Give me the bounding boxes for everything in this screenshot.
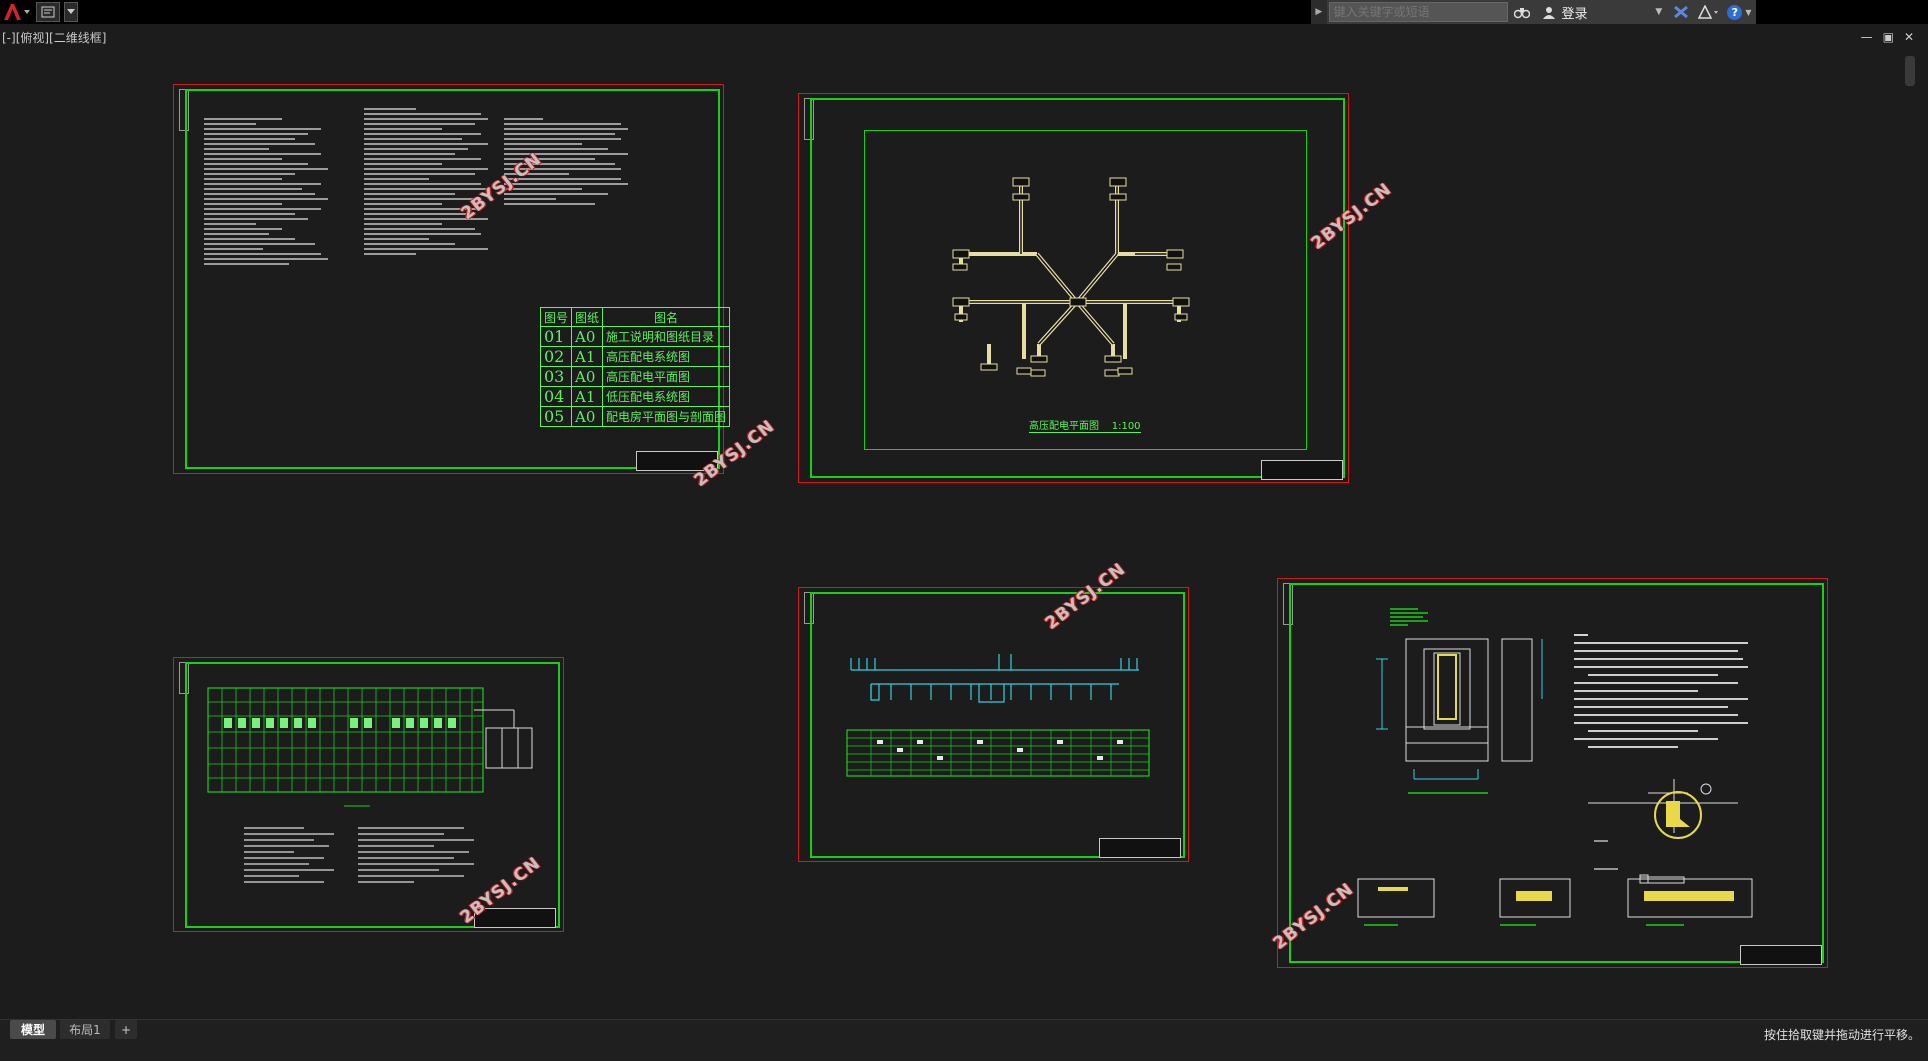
table-cell: 配电房平面图与剖面图: [602, 406, 731, 427]
lv-distribution-diagram: [846, 654, 1150, 777]
drawing-scale-text: 1:100: [1111, 421, 1141, 432]
vertical-scrollbar[interactable]: [1903, 48, 1917, 1028]
expand-arrow-icon[interactable]: ▶: [1311, 0, 1327, 24]
tab-model[interactable]: 模型: [10, 1020, 56, 1039]
header-cell: 图名: [602, 307, 731, 327]
table-row: 01 A0 施工说明和图纸目录: [539, 326, 731, 347]
quick-access-toolbar: [36, 1, 78, 22]
user-icon: [1542, 7, 1555, 19]
table-row: 02 A1 高压配电系统图: [539, 346, 731, 367]
model-space-canvas[interactable]: 图号 图纸 图名 01 A0 施工说明和图纸目录 02 A1 高压配电系统图 03 A0 高…: [0, 44, 1900, 1019]
drawing-sheet-notes: 图号 图纸 图名 01 A0 施工说明和图纸目录 02 A1 高压配电系统图 03 A0 高…: [173, 84, 731, 474]
drawing-title: 高压配电平面图 1:100: [1029, 417, 1141, 433]
drawing-title-text: 高压配电平面图: [1029, 421, 1099, 432]
drawing-sheet-hv-plan: 高压配电平面图 1:100: [798, 93, 1349, 483]
binoculars-icon[interactable]: [1508, 0, 1535, 24]
table-cell: A0: [571, 326, 604, 347]
help-button[interactable]: ? ▼: [1723, 0, 1756, 24]
header-cell: 图纸: [571, 307, 604, 327]
status-bar: [0, 1019, 1928, 1061]
table-row: 05 A0 配电房平面图与剖面图: [539, 406, 731, 427]
table-row: 03 A0 高压配电平面图: [539, 366, 731, 387]
header-cell: 图号: [539, 307, 573, 327]
login-button[interactable]: 登录 ▼: [1536, 3, 1669, 22]
help-icon: ?: [1727, 4, 1743, 20]
table-cell: A0: [571, 366, 604, 387]
notes-text-column-1: [204, 115, 334, 268]
autocad-logo-icon: [4, 4, 30, 20]
table-cell: A1: [571, 346, 604, 367]
table-header-row: 图号 图纸 图名: [539, 307, 731, 327]
search-input[interactable]: [1328, 2, 1509, 22]
table-cell: 施工说明和图纸目录: [602, 326, 731, 347]
application-menu-button[interactable]: [0, 0, 32, 24]
table-cell: A1: [571, 386, 604, 407]
tab-layout1[interactable]: 布局1: [60, 1020, 110, 1039]
substation-plan-drawing: [1357, 608, 1753, 926]
drawing-sheet-substation-plan: [1277, 578, 1828, 968]
a360-icon[interactable]: [1694, 0, 1723, 24]
scrollbar-thumb[interactable]: [1905, 56, 1915, 86]
table-cell: 03: [539, 366, 573, 387]
notes-text-column-2: [364, 105, 494, 258]
window-controls: — ▣ ✕: [1861, 30, 1914, 44]
table-cell: 低压配电系统图: [602, 386, 731, 407]
title-block: [1740, 945, 1822, 965]
table-cell: 01: [539, 326, 573, 347]
minimize-icon[interactable]: —: [1861, 30, 1873, 44]
search-toolbar: ▶ 登录 ▼ ? ▼: [1311, 0, 1756, 24]
table-row: 04 A1 低压配电系统图: [539, 386, 731, 407]
drawing-index-table: 图号 图纸 图名 01 A0 施工说明和图纸目录 02 A1 高压配电系统图 03 A0 高…: [539, 307, 731, 427]
login-label: 登录: [1561, 6, 1588, 22]
close-icon[interactable]: ✕: [1904, 30, 1914, 44]
exchange-x-icon[interactable]: [1668, 0, 1693, 24]
title-block: [1099, 838, 1181, 858]
table-cell: 04: [539, 386, 573, 407]
table-cell: A0: [571, 406, 604, 427]
title-bar: ▶ 登录 ▼ ? ▼: [0, 0, 1928, 24]
drawing-sheet-lv-system: [798, 587, 1189, 862]
table-cell: 高压配电系统图: [602, 346, 731, 367]
status-message: 按住拾取键并拖动进行平移。: [1763, 1028, 1920, 1042]
qat-dropdown-icon[interactable]: [64, 1, 78, 22]
table-cell: 高压配电平面图: [602, 366, 731, 387]
add-layout-button[interactable]: +: [115, 1020, 137, 1039]
workspace-icon[interactable]: [36, 1, 60, 22]
title-block: [1261, 460, 1343, 480]
restore-icon[interactable]: ▣: [1883, 30, 1894, 44]
chevron-down-icon[interactable]: ▼: [1655, 7, 1662, 17]
table-cell: 05: [539, 406, 573, 427]
table-cell: 02: [539, 346, 573, 367]
